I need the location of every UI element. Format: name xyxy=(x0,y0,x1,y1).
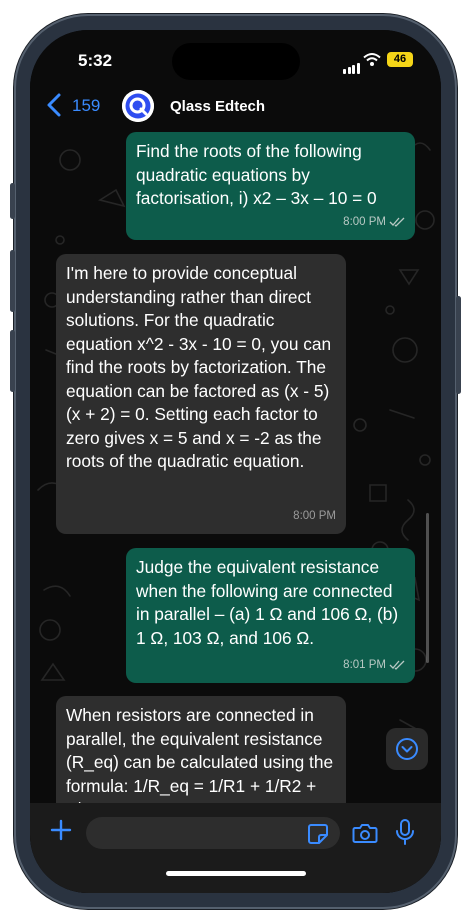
scroll-down-button[interactable] xyxy=(386,728,428,770)
message-bubble-incoming[interactable]: I'm here to provide conceptual understan… xyxy=(56,254,346,534)
cellular-signal-icon xyxy=(343,56,361,74)
wifi-icon xyxy=(363,53,381,66)
contact-name[interactable]: Qlass Edtech xyxy=(170,98,265,115)
double-check-icon xyxy=(389,217,405,228)
plus-icon[interactable] xyxy=(50,819,72,841)
scrollbar[interactable] xyxy=(426,513,429,663)
message-composer xyxy=(30,803,441,893)
phone-screen: 5:32 46 159 Qlass Edtech Find the roots xyxy=(30,30,441,893)
microphone-icon[interactable] xyxy=(395,818,415,846)
message-bubble-outgoing[interactable]: Judge the equivalent resistance when the… xyxy=(126,548,415,683)
message-time: 8:01 PM xyxy=(343,658,386,671)
double-check-icon xyxy=(389,660,405,671)
battery-level: 46 xyxy=(387,52,413,67)
message-text: Find the roots of the following quadrati… xyxy=(136,141,377,208)
status-bar: 5:32 46 xyxy=(30,30,441,86)
message-meta: 8:01 PM xyxy=(343,654,405,678)
sticker-icon[interactable] xyxy=(307,823,329,845)
home-indicator[interactable] xyxy=(166,871,306,876)
message-time: 8:00 PM xyxy=(343,215,386,228)
message-text: I'm here to provide conceptual understan… xyxy=(66,263,332,471)
camera-icon[interactable] xyxy=(352,822,378,844)
power-button xyxy=(456,296,461,394)
action-button xyxy=(10,183,15,219)
back-unread-count[interactable]: 159 xyxy=(72,96,100,116)
message-text: Judge the equivalent resistance when the… xyxy=(136,557,399,648)
message-time: 8:00 PM xyxy=(293,509,336,522)
message-bubble-outgoing[interactable]: Find the roots of the following quadrati… xyxy=(126,132,415,240)
message-input[interactable] xyxy=(86,817,340,849)
qlass-logo-icon xyxy=(122,90,154,122)
chevron-down-circle-icon xyxy=(396,738,418,760)
message-meta: 8:00 PM xyxy=(343,211,405,235)
volume-down-button xyxy=(10,330,15,392)
chevron-left-icon[interactable] xyxy=(46,92,62,118)
volume-up-button xyxy=(10,250,15,312)
status-time: 5:32 xyxy=(78,51,113,70)
contact-avatar[interactable] xyxy=(122,90,154,122)
chat-header: 159 Qlass Edtech xyxy=(30,86,441,126)
dynamic-island xyxy=(172,43,300,80)
message-meta: 8:00 PM xyxy=(293,505,336,529)
